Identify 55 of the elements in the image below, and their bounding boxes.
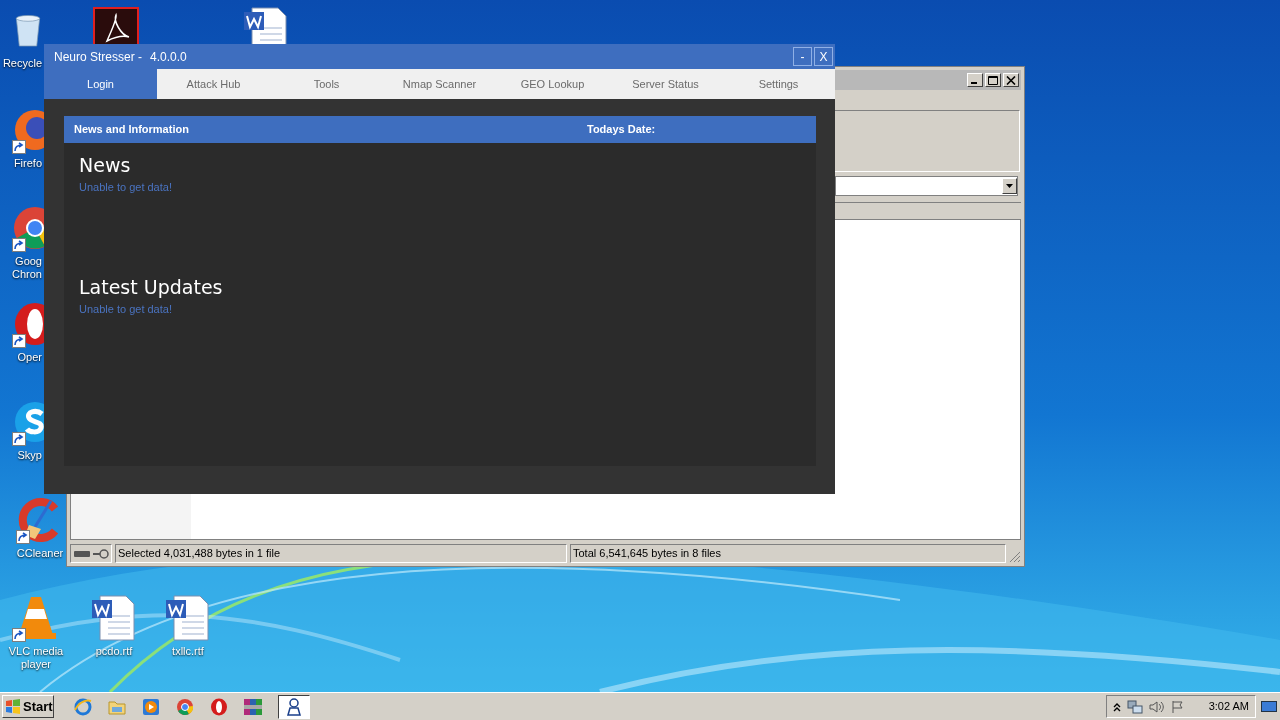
resize-grip-icon[interactable]	[1009, 551, 1021, 563]
status-text: Total 6,541,645 bytes in 8 files	[570, 544, 1006, 563]
maximize-icon	[988, 75, 998, 85]
folder-icon	[107, 698, 126, 715]
minimize-button[interactable]	[967, 73, 983, 87]
status-message: Unable to get data!	[79, 302, 172, 317]
chrome-icon	[175, 697, 194, 716]
chevron-up-icon[interactable]	[1113, 701, 1121, 712]
status-message: Unable to get data!	[79, 180, 172, 195]
status-text: Selected 4,031,488 bytes in 1 file	[115, 544, 567, 563]
desktop-icon-label[interactable]: Goog Chron	[12, 255, 42, 281]
close-button[interactable]	[1003, 73, 1019, 87]
clock[interactable]: 3:02 AM	[1208, 698, 1249, 715]
desktop-icon-label[interactable]: CCleaner	[16, 547, 64, 560]
version-text: 4.0.0.0	[150, 48, 187, 66]
desktop-icon-label[interactable]: Recycle	[2, 57, 42, 70]
monitor-icon	[1261, 700, 1277, 713]
shortcut-arrow-icon	[12, 140, 26, 154]
desktop-icon-label[interactable]: Skyp	[17, 449, 42, 462]
desktop-icon-label[interactable]: Oper	[17, 351, 42, 364]
archive-icon	[242, 697, 263, 716]
date-label: Todays Date:	[587, 122, 656, 138]
app-icon	[287, 697, 301, 716]
close-button[interactable]: X	[814, 47, 833, 66]
key-icon	[93, 548, 109, 559]
minimize-icon	[971, 82, 977, 84]
section-heading: News	[79, 153, 131, 177]
drive-icon	[74, 550, 90, 557]
path-combo-field[interactable]	[835, 176, 1018, 196]
shortcut-arrow-icon	[12, 334, 26, 348]
shortcut-arrow-icon	[12, 432, 26, 446]
network-icon[interactable]	[1127, 698, 1143, 715]
shortcut-arrow-icon	[16, 530, 30, 544]
close-icon	[1006, 75, 1016, 85]
start-button[interactable]: Start	[2, 695, 54, 718]
flag-icon[interactable]	[1171, 699, 1185, 714]
desktop-icon-label[interactable]: Firefo	[13, 157, 42, 170]
speaker-icon[interactable]	[1149, 699, 1165, 714]
shortcut-arrow-icon	[12, 238, 26, 252]
media-player-icon	[141, 697, 160, 716]
maximize-button[interactable]	[985, 73, 1001, 87]
windows-logo-icon	[5, 699, 21, 714]
dropdown-button[interactable]	[1002, 178, 1017, 194]
section-heading: Latest Updates	[79, 275, 223, 299]
panel-title: News and Information	[74, 122, 190, 138]
word-document-icon	[164, 594, 212, 642]
caret-icon	[1006, 184, 1013, 188]
shortcut-arrow-icon	[12, 628, 26, 642]
taskbar-button[interactable]	[278, 694, 310, 719]
tab[interactable]: Login	[44, 69, 157, 99]
internet-explorer-icon	[73, 697, 92, 716]
minimize-button[interactable]: -	[793, 47, 812, 66]
opera-icon	[209, 697, 228, 716]
window-title: Neuro Stresser -	[54, 48, 143, 66]
word-document-icon	[90, 594, 138, 642]
